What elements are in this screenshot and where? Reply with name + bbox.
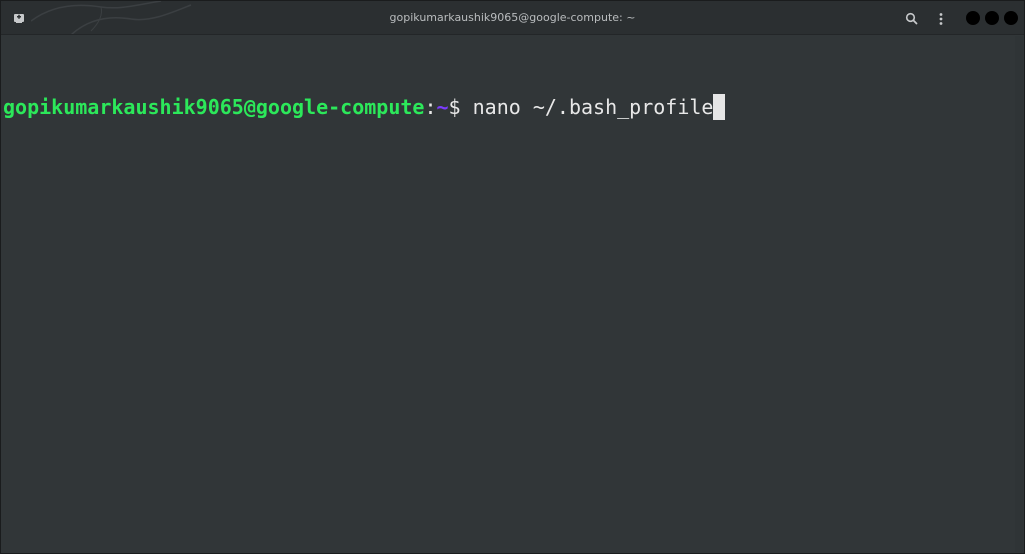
text-cursor <box>713 94 726 120</box>
maximize-button[interactable] <box>985 11 999 25</box>
close-button[interactable] <box>1004 11 1018 25</box>
prompt-line: gopikumarkaushik9065@google-compute: ~ $ n… <box>3 93 1016 121</box>
scrollbar[interactable] <box>1015 36 1023 552</box>
minimize-button[interactable] <box>966 11 980 25</box>
prompt-user-host: gopikumarkaushik9065@google-compute <box>3 95 425 119</box>
kebab-menu-icon[interactable] <box>933 11 949 27</box>
title-bar[interactable]: gopikumarkaushik9065@google-compute: ~ <box>1 1 1024 35</box>
terminal-window: gopikumarkaushik9065@google-compute: ~ g… <box>0 0 1025 554</box>
command-text: nano ~/.bash_profile <box>472 95 714 119</box>
terminal-area[interactable]: gopikumarkaushik9065@google-compute: ~ $ n… <box>1 35 1016 553</box>
prompt-path: ~ <box>436 95 449 119</box>
search-icon[interactable] <box>904 11 920 27</box>
dragon-watermark-icon <box>31 1 192 34</box>
prompt-symbol: $ <box>448 95 473 119</box>
new-tab-icon[interactable] <box>12 11 26 25</box>
prompt-colon: : <box>424 95 437 119</box>
